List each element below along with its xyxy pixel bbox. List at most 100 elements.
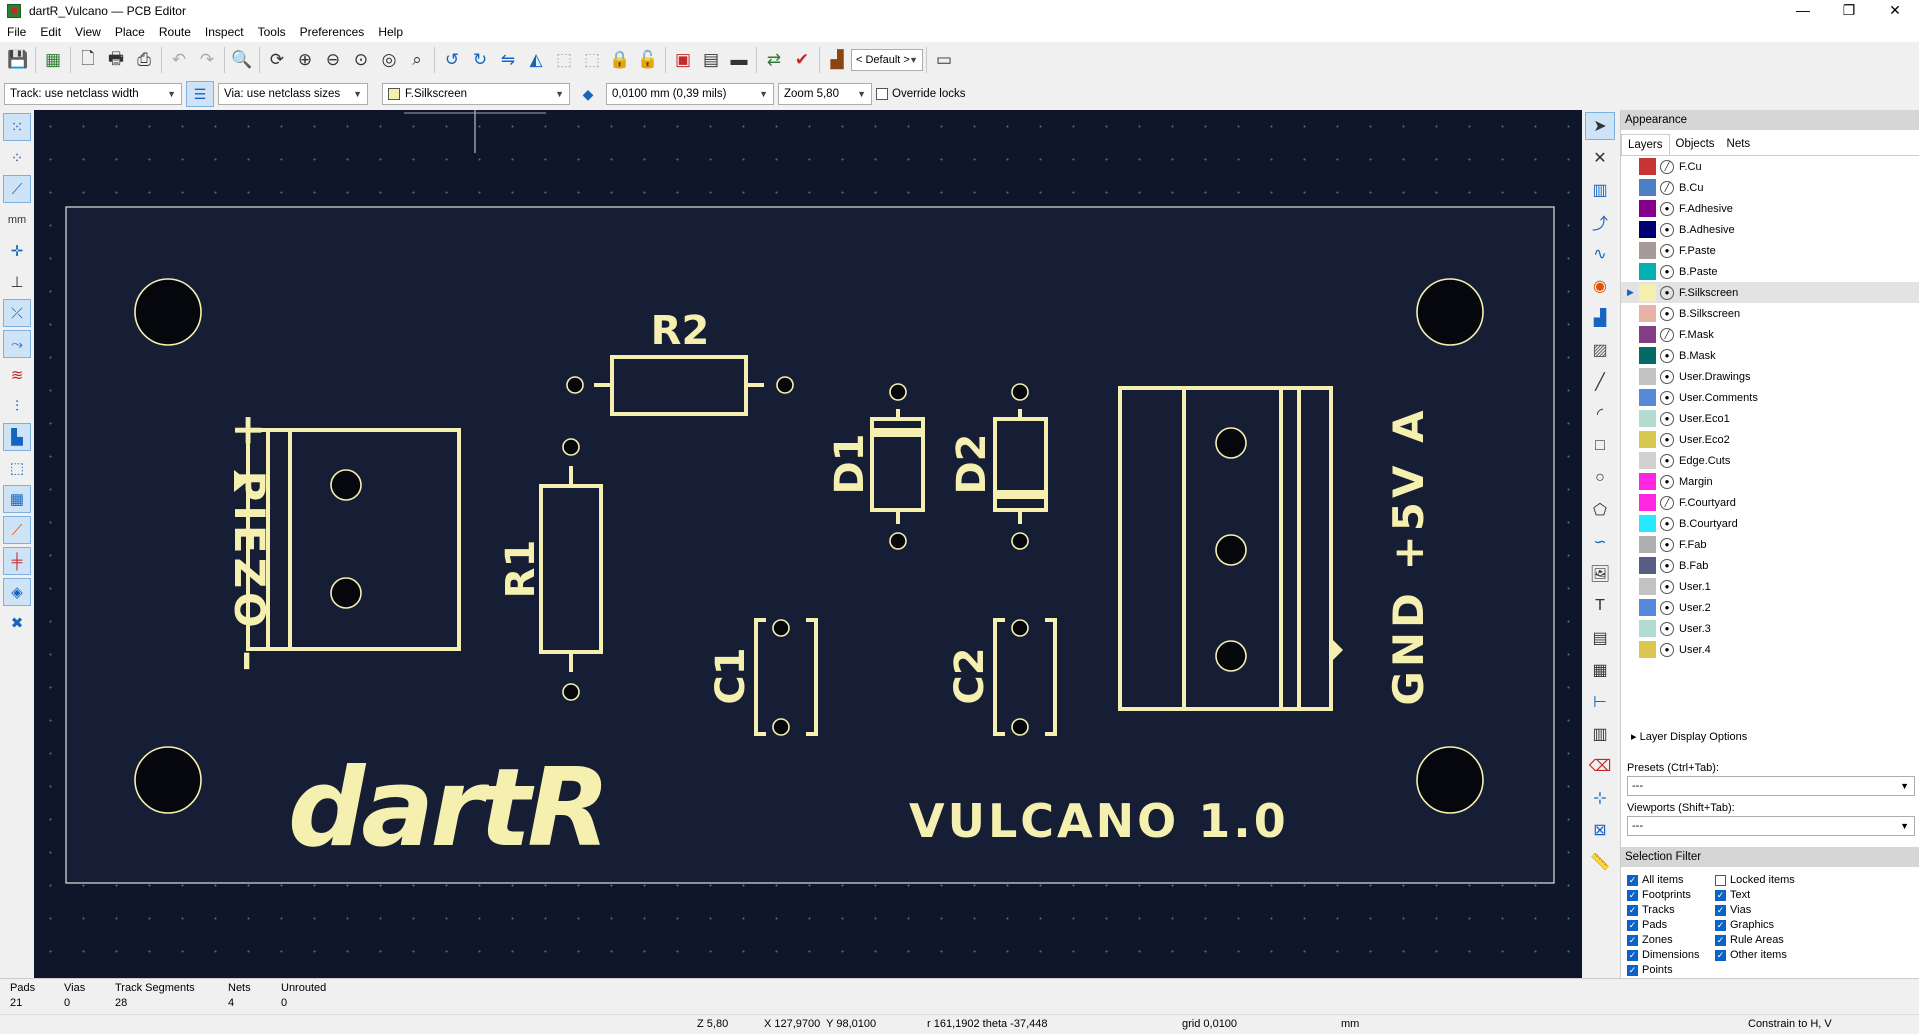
selection-filter-item[interactable]: ✓ Other items: [1715, 948, 1845, 962]
ratsnest-icon[interactable]: ⤫: [3, 299, 31, 327]
menu-help[interactable]: Help: [371, 25, 410, 39]
layer-row[interactable]: ● F.Adhesive: [1621, 198, 1919, 219]
maximize-icon[interactable]: ❐: [1826, 0, 1872, 22]
pad[interactable]: [1011, 532, 1029, 550]
hidden-eye-icon[interactable]: ╱: [1660, 327, 1674, 342]
visible-eye-icon[interactable]: ●: [1660, 432, 1674, 447]
visible-eye-icon[interactable]: ●: [1660, 474, 1674, 489]
layer-row[interactable]: ● User.Eco1: [1621, 408, 1919, 429]
zoom-fit-icon[interactable]: ⊙: [347, 46, 375, 74]
selection-filter-item[interactable]: Locked items: [1715, 873, 1845, 887]
menu-view[interactable]: View: [68, 25, 108, 39]
draw-arc-icon[interactable]: ◜: [1585, 400, 1615, 428]
layer-color-swatch[interactable]: [1639, 515, 1656, 532]
zone-outline-icon[interactable]: ⬚: [3, 454, 31, 482]
layers-manager-icon[interactable]: ◈: [3, 578, 31, 606]
selection-filter-item[interactable]: ✓ Graphics: [1715, 918, 1845, 932]
polar-coords-icon[interactable]: ⟋: [3, 175, 31, 203]
zoom-out-icon[interactable]: ⊖: [319, 46, 347, 74]
layer-row[interactable]: ● User.Drawings: [1621, 366, 1919, 387]
layer-row[interactable]: ● Edge.Cuts: [1621, 450, 1919, 471]
menu-route[interactable]: Route: [152, 25, 198, 39]
checked-checkbox-icon[interactable]: ✓: [1715, 949, 1726, 961]
undo-icon[interactable]: ↶: [165, 46, 193, 74]
piezo-label[interactable]: + PIEZO –: [225, 413, 274, 676]
plot-icon[interactable]: ⎙: [130, 46, 158, 74]
minimize-icon[interactable]: —: [1780, 0, 1826, 22]
layer-row[interactable]: ● User.2: [1621, 597, 1919, 618]
vulcano-version-text[interactable]: VULCANO 1.0: [909, 794, 1289, 848]
visible-eye-icon[interactable]: ●: [1660, 306, 1674, 321]
visible-eye-icon[interactable]: ●: [1660, 516, 1674, 531]
mounting-hole[interactable]: [134, 278, 202, 346]
visible-eye-icon[interactable]: ●: [1660, 537, 1674, 552]
override-locks-box[interactable]: [876, 88, 888, 100]
pad[interactable]: [1011, 619, 1029, 637]
layer-color-swatch[interactable]: [1639, 578, 1656, 595]
visible-eye-icon[interactable]: ●: [1660, 222, 1674, 237]
layer-display-options-toggle[interactable]: ▸ Layer Display Options: [1631, 730, 1747, 743]
checked-checkbox-icon[interactable]: ✓: [1627, 904, 1638, 916]
footprint-browser-icon[interactable]: ▤: [697, 46, 725, 74]
zoom-area-icon[interactable]: ⌕: [403, 46, 431, 74]
auto-track-width-icon[interactable]: ☰: [186, 81, 214, 107]
route-track-icon[interactable]: ⤴: [1585, 208, 1615, 236]
c2-reference[interactable]: C2: [947, 647, 993, 704]
layer-color-swatch[interactable]: [1639, 389, 1656, 406]
local-ratsnest-icon[interactable]: ✕: [1585, 144, 1615, 172]
drc-icon[interactable]: ✔: [788, 46, 816, 74]
d1-reference[interactable]: D1: [827, 433, 873, 494]
pad[interactable]: [562, 438, 580, 456]
update-pcb-icon[interactable]: ⇄: [760, 46, 788, 74]
board-setup-icon[interactable]: ▦: [39, 46, 67, 74]
layer-row[interactable]: ● B.Courtyard: [1621, 513, 1919, 534]
select-arrow-icon[interactable]: ➤: [1585, 112, 1615, 140]
grid-origin-icon[interactable]: ⊠: [1585, 816, 1615, 844]
tools-icon[interactable]: ✖: [3, 609, 31, 637]
visible-eye-icon[interactable]: ●: [1660, 600, 1674, 615]
checked-checkbox-icon[interactable]: ✓: [1715, 904, 1726, 916]
grid-toggle-icon[interactable]: ⁙: [3, 113, 31, 141]
rotate-ccw-icon[interactable]: ↺: [438, 46, 466, 74]
close-icon[interactable]: ✕: [1872, 0, 1918, 22]
layer-color-swatch[interactable]: [1639, 368, 1656, 385]
layer-color-swatch[interactable]: [1639, 242, 1656, 259]
layer-color-swatch[interactable]: [1639, 431, 1656, 448]
override-locks-checkbox[interactable]: Override locks: [876, 88, 966, 100]
r2-reference[interactable]: R2: [651, 308, 710, 354]
add-filled-zone-icon[interactable]: ▟: [1585, 304, 1615, 332]
pad[interactable]: [330, 469, 362, 501]
checked-checkbox-icon[interactable]: ✓: [1627, 964, 1638, 976]
layer-color-swatch[interactable]: [1639, 620, 1656, 637]
grid-size-select[interactable]: 0,0100 mm (0,39 mils) ▼: [606, 83, 774, 105]
menu-edit[interactable]: Edit: [33, 25, 68, 39]
redo-icon[interactable]: ↷: [193, 46, 221, 74]
draw-line-icon[interactable]: ╱: [1585, 368, 1615, 396]
layer-pair-icon[interactable]: ▟: [823, 46, 851, 74]
via-size-select[interactable]: Via: use netclass sizes ▼: [218, 83, 368, 105]
pad[interactable]: [330, 577, 362, 609]
layer-color-swatch[interactable]: [1639, 326, 1656, 343]
layer-color-swatch[interactable]: [1639, 473, 1656, 490]
checked-checkbox-icon[interactable]: ✓: [1715, 889, 1726, 901]
visible-eye-icon[interactable]: ●: [1660, 390, 1674, 405]
layer-color-swatch[interactable]: [1639, 221, 1656, 238]
pad[interactable]: [889, 532, 907, 550]
pad[interactable]: [1215, 427, 1247, 459]
presets-select[interactable]: --- ▼: [1627, 776, 1915, 796]
hidden-eye-icon[interactable]: ╱: [1660, 495, 1674, 510]
selection-filter-item[interactable]: ✓ All items: [1627, 873, 1715, 887]
pad[interactable]: [776, 376, 794, 394]
tab-nets[interactable]: Nets: [1721, 134, 1757, 155]
lock-icon[interactable]: 🔒: [606, 46, 634, 74]
visible-eye-icon[interactable]: ●: [1660, 621, 1674, 636]
footprint-editor-icon[interactable]: ▣: [669, 46, 697, 74]
checked-checkbox-icon[interactable]: ✓: [1627, 889, 1638, 901]
layer-row[interactable]: ● User.1: [1621, 576, 1919, 597]
visible-eye-icon[interactable]: ●: [1660, 348, 1674, 363]
units-mm-icon[interactable]: mm: [3, 206, 31, 234]
layer-color-swatch[interactable]: [1639, 557, 1656, 574]
layer-color-swatch[interactable]: [1639, 158, 1656, 175]
draw-rectangle-icon[interactable]: □: [1585, 432, 1615, 460]
visible-eye-icon[interactable]: ●: [1660, 411, 1674, 426]
